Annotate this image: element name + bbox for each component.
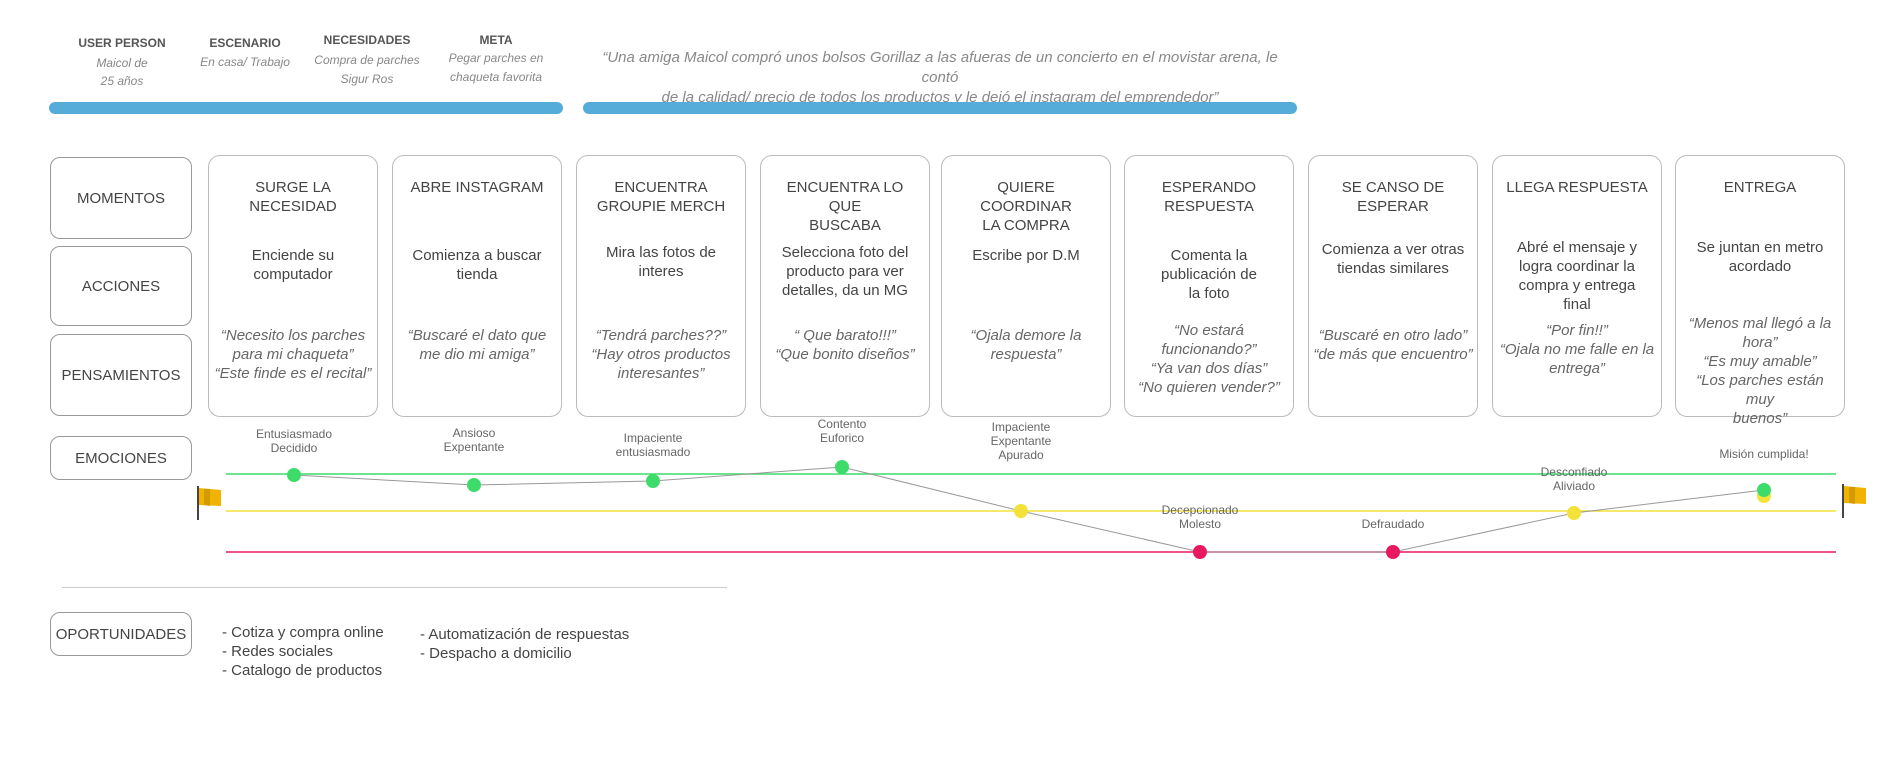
emotion-label: Entusiasmado bbox=[256, 427, 332, 441]
emotion-point bbox=[646, 474, 660, 488]
opportunity-item: - Cotiza y compra online bbox=[222, 624, 384, 641]
start-flag-icon bbox=[197, 486, 221, 520]
emotion-label: entusiasmado bbox=[616, 445, 691, 459]
emotion-point bbox=[1567, 506, 1581, 520]
emotion-label: Aliviado bbox=[1553, 479, 1595, 493]
emotion-label: Euforico bbox=[820, 431, 864, 445]
emotion-label: Apurado bbox=[998, 448, 1044, 462]
opportunity-item: - Redes sociales bbox=[222, 643, 333, 660]
emotion-point bbox=[1193, 545, 1207, 559]
emotion-label: Contento bbox=[818, 417, 867, 431]
emotion-point bbox=[1014, 504, 1028, 518]
emotion-label: Decepcionado bbox=[1162, 503, 1239, 517]
emotion-point bbox=[1757, 483, 1771, 497]
emotion-curve bbox=[293, 466, 1765, 553]
emotion-label: Expentante bbox=[444, 440, 505, 454]
emotion-point bbox=[835, 460, 849, 474]
section-divider bbox=[62, 587, 727, 588]
emotion-label: Decidido bbox=[271, 441, 318, 455]
emotion-label: Impaciente bbox=[992, 420, 1051, 434]
emotion-point bbox=[287, 468, 301, 482]
emotion-curve-chart: EntusiasmadoDecididoAnsiosoExpentanteImp… bbox=[197, 417, 1866, 559]
emotion-label: Misión cumplida! bbox=[1719, 447, 1808, 461]
row-label-opportunities: OPORTUNIDADES bbox=[50, 612, 192, 656]
opportunity-item: - Automatización de respuestas bbox=[420, 626, 630, 643]
emotion-label: Desconfiado bbox=[1541, 465, 1608, 479]
emotion-label: Defraudado bbox=[1362, 517, 1425, 531]
emotion-label: Expentante bbox=[991, 434, 1052, 448]
emotion-point bbox=[1386, 545, 1400, 559]
emotion-label: Ansioso bbox=[453, 426, 496, 440]
emotion-label: Impaciente bbox=[624, 431, 683, 445]
end-flag-icon bbox=[1842, 484, 1866, 518]
emotion-point bbox=[467, 478, 481, 492]
opportunity-item: - Despacho a domicilio bbox=[420, 645, 572, 662]
emotion-label: Molesto bbox=[1179, 517, 1221, 531]
opportunity-item: - Catalogo de productos bbox=[222, 662, 383, 679]
